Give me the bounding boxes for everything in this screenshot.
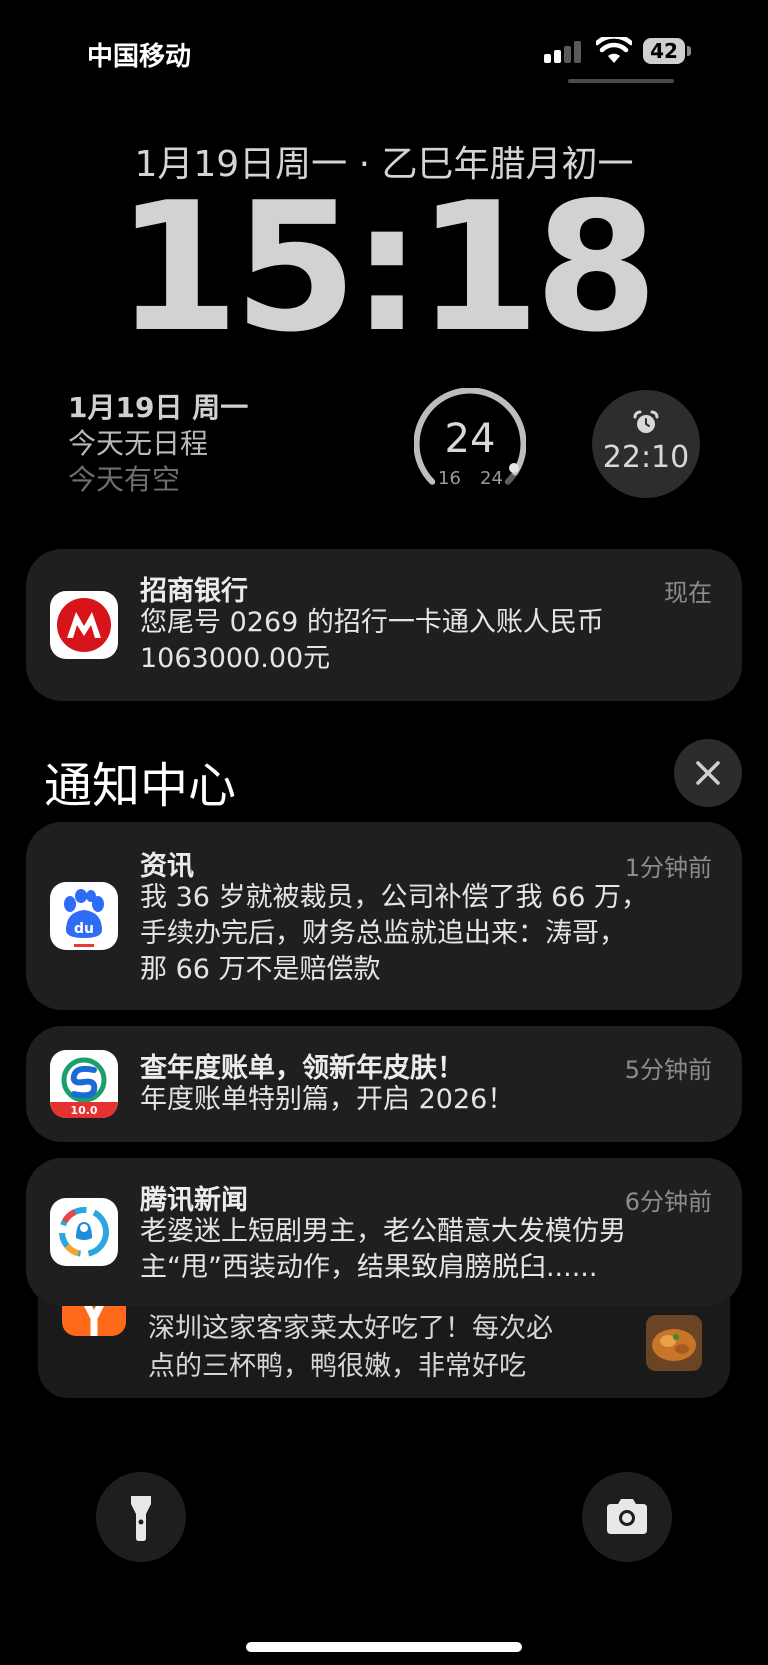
notification-body: 您尾号 0269 的招行一卡通入账人民币 1063000.00元 <box>140 605 720 677</box>
notification-body: 深圳这家客家菜太好吃了！每次必 点的三杯鸭，鸭很嫩，非常好吃 <box>148 1310 608 1386</box>
food-thumbnail <box>646 1315 702 1371</box>
flashlight-icon <box>131 1496 151 1541</box>
notification-line: 深圳这家客家菜太好吃了！每次必 <box>148 1313 553 1344</box>
camera-icon <box>607 1499 647 1534</box>
notification-cmb[interactable]: 招商银行 现在 您尾号 0269 的招行一卡通入账人民币 1063000.00元 <box>26 549 742 701</box>
notification-center-title: 通知中心 <box>44 758 237 814</box>
notification-time: 6分钟前 <box>624 1188 712 1216</box>
current-temperature: 24 <box>444 416 496 462</box>
calendar-date: 1月19日 周一 <box>68 391 249 424</box>
notification-line: 那 66 万不是赔偿款 <box>140 954 381 985</box>
notification-line: 主“甩”西装动作，结果致肩膀脱臼...... <box>140 1252 598 1283</box>
wifi-icon <box>596 37 632 63</box>
notification-time: 1分钟前 <box>624 854 712 882</box>
cmb-bank-icon <box>50 591 118 659</box>
lock-time: 15:18 <box>115 164 659 371</box>
alarm-time: 22:10 <box>602 440 690 475</box>
notification-line: 老婆迷上短剧男主，老公醋意大发模仿男 <box>140 1216 626 1247</box>
tencent-news-icon <box>50 1198 118 1266</box>
battery-level: 42 <box>650 39 678 63</box>
notification-line: 年度账单特别篇，开启 2026！ <box>140 1084 515 1115</box>
notification-body: 年度账单特别篇，开启 2026！ <box>140 1082 700 1118</box>
notification-app-name: 招商银行 <box>140 576 248 607</box>
alarm-widget[interactable]: 22:10 <box>592 390 700 498</box>
notification-line: 手续办完后，财务总监就追出来：涛哥， <box>140 918 626 949</box>
svg-text:10.0: 10.0 <box>70 1104 97 1117</box>
notification-body: 老婆迷上短剧男主，老公醋意大发模仿男 主“甩”西装动作，结果致肩膀脱臼.....… <box>140 1214 700 1286</box>
notification-app-name: 腾讯新闻 <box>140 1185 248 1216</box>
notification-metro[interactable]: 10.0 查年度账单，领新年皮肤！ 5分钟前 年度账单特别篇，开启 2026！ <box>26 1026 742 1142</box>
calendar-status: 今天有空 <box>68 463 181 496</box>
notification-line: 我 36 岁就被裁员，公司补偿了我 66 万， <box>140 882 649 913</box>
calendar-events: 今天无日程 <box>68 427 209 460</box>
metro-app-icon: 10.0 <box>50 1050 118 1118</box>
notification-time: 现在 <box>664 579 712 607</box>
notification-app-name: 资讯 <box>140 851 194 882</box>
notification-line: 1063000.00元 <box>140 643 331 674</box>
clear-notifications-button[interactable] <box>674 739 742 807</box>
camera-button[interactable] <box>582 1472 672 1562</box>
notification-app-name: 查年度账单，领新年皮肤！ <box>140 1053 464 1084</box>
control-center-indicator[interactable] <box>568 79 674 83</box>
status-bar: 中国移动 42 <box>0 0 768 100</box>
flashlight-button[interactable] <box>96 1472 186 1562</box>
battery-icon: 42 <box>643 38 691 64</box>
notification-baidu[interactable]: du 资讯 1分钟前 我 36 岁就被裁员，公司补偿了我 66 万， 手续办完后… <box>26 822 742 1010</box>
notification-time: 5分钟前 <box>624 1056 712 1084</box>
calendar-widget[interactable]: 1月19日 周一 今天无日程 今天有空 <box>68 390 248 498</box>
notification-tencent-news[interactable]: 腾讯新闻 6分钟前 老婆迷上短剧男主，老公醋意大发模仿男 主“甩”西装动作，结果… <box>26 1158 742 1306</box>
notification-line: 点的三杯鸭，鸭很嫩，非常好吃 <box>148 1351 526 1382</box>
close-icon <box>696 761 720 785</box>
low-temperature: 16 <box>438 468 461 489</box>
alarm-clock-icon <box>633 410 659 433</box>
home-indicator[interactable] <box>246 1642 522 1652</box>
notification-body: 我 36 岁就被裁员，公司补偿了我 66 万， 手续办完后，财务总监就追出来：涛… <box>140 880 700 988</box>
baidu-app-icon: du <box>50 882 118 950</box>
high-temperature: 24 <box>480 468 503 489</box>
notification-line: 您尾号 0269 的招行一卡通入账人民币 <box>140 607 604 638</box>
cellular-signal-icon <box>544 41 584 63</box>
carrier-label: 中国移动 <box>87 42 192 72</box>
svg-text:du: du <box>74 921 94 937</box>
weather-widget[interactable]: 24 16 24 <box>414 388 526 500</box>
